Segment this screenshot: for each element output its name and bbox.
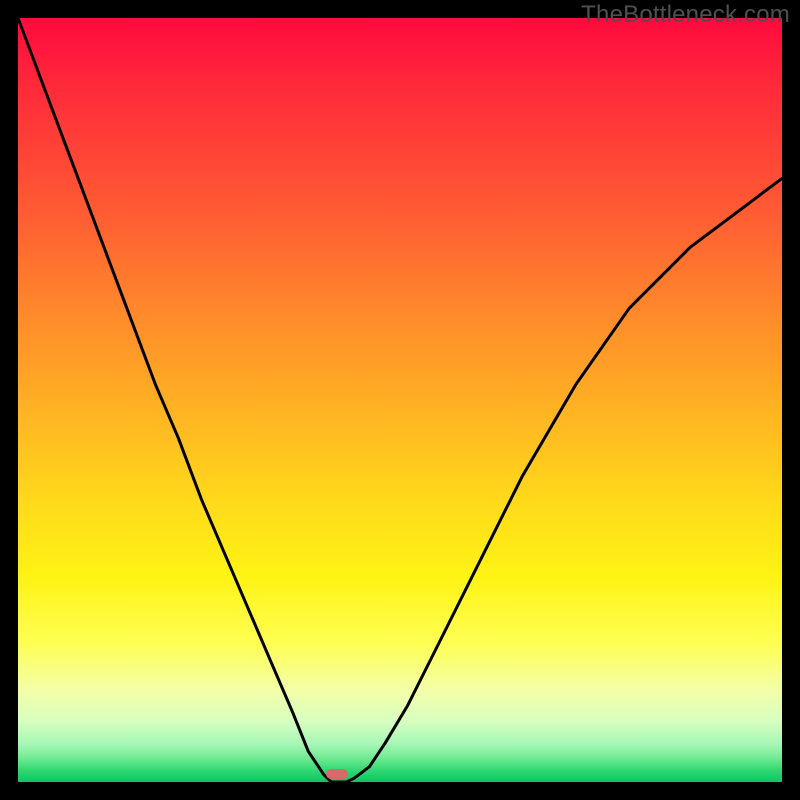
watermark-text: TheBottleneck.com (581, 1, 790, 29)
curve-path (18, 18, 782, 782)
chart-frame: TheBottleneck.com (0, 0, 800, 800)
optimum-marker (326, 769, 348, 779)
plot-area (18, 18, 782, 782)
bottleneck-curve (18, 18, 782, 782)
